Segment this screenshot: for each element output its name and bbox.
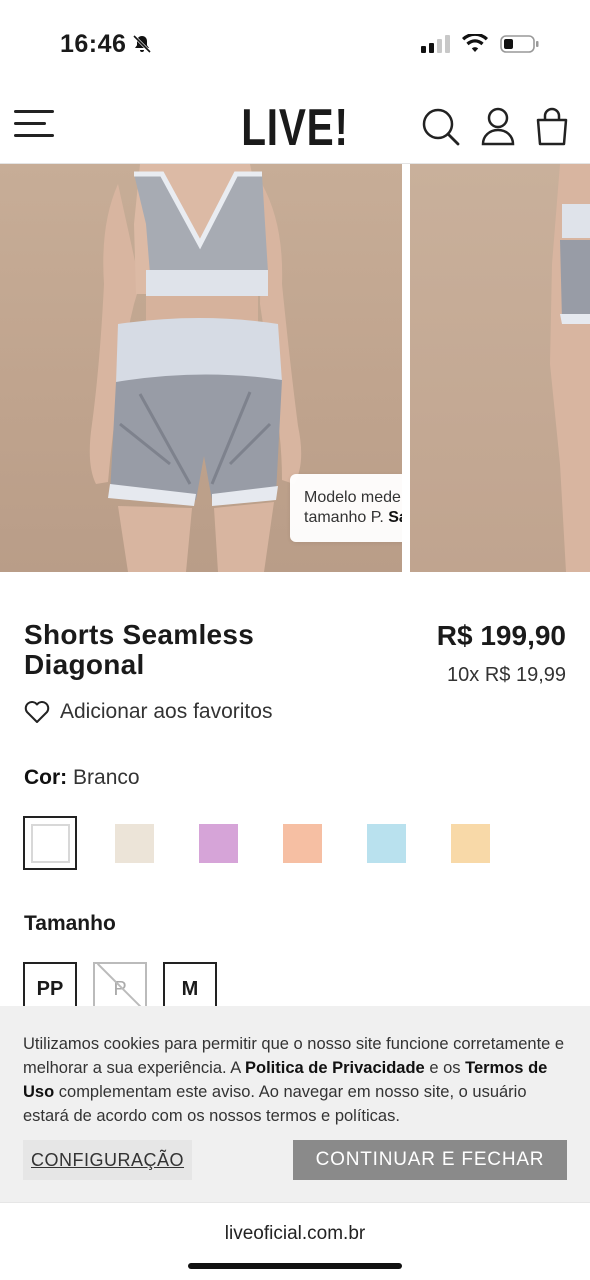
model-size-tooltip: Modelo mede 1,70 cm e veste tamanho P. S… [290,474,402,542]
color-swatch-lilac[interactable] [191,816,245,870]
search-icon[interactable] [420,106,460,146]
user-icon[interactable] [478,106,518,146]
color-swatch-light-blue[interactable] [359,816,413,870]
status-left: 16:46 [60,30,152,59]
cookie-text-2: e os [429,1059,461,1077]
swatch-fill [30,823,70,863]
cookie-text-3: complementam este aviso. Ao navegar em n… [23,1083,527,1125]
cookie-config-button[interactable]: CONFIGURAÇÃO [23,1140,193,1180]
status-time: 16:46 [60,29,127,58]
heart-icon [24,701,50,723]
model-illustration-2 [550,164,590,572]
battery-icon [500,35,539,53]
color-swatches [23,816,497,870]
browser-url-bar[interactable]: liveoficial.com.br [0,1202,590,1280]
site-header: LIVE! [0,88,590,164]
wifi-icon [462,34,488,52]
product-gallery[interactable]: Modelo mede 1,70 cm e veste tamanho P. S… [0,164,590,572]
cookie-actions: CONFIGURAÇÃO CONTINUAR E FECHAR [23,1140,567,1180]
size-label: Tamanho [24,912,116,935]
product-installments: 10x R$ 19,99 [447,664,566,686]
bell-muted-icon [133,34,152,54]
color-swatch-peach[interactable] [275,816,329,870]
add-to-favorites-button[interactable]: Adicionar aos favoritos [24,700,272,724]
color-label-key: Cor: [24,766,68,789]
product-image-main[interactable]: Modelo mede 1,70 cm e veste tamanho P. S… [0,164,402,572]
url-text[interactable]: liveoficial.com.br [0,1223,590,1245]
privacy-policy-link[interactable]: Politica de Privacidade [245,1059,425,1077]
color-label: Cor: Branco [24,766,140,790]
menu-button[interactable] [14,110,54,142]
status-right [421,34,540,54]
swatch-fill [366,823,406,863]
cellular-signal-icon [421,35,450,53]
swatch-fill [114,823,154,863]
color-swatch-white[interactable] [23,816,77,870]
size-tip-link[interactable]: Saiba mais [388,509,402,526]
swatch-fill [198,823,238,863]
favorite-label: Adicionar aos favoritos [60,700,273,723]
product-title: Shorts Seamless Diagonal [24,619,255,680]
color-swatch-beige[interactable] [107,816,161,870]
color-swatch-yellow[interactable] [443,816,497,870]
swatch-fill [282,823,322,863]
product-image-next[interactable] [410,164,590,572]
swatch-fill [450,823,490,863]
cookie-banner: Utilizamos cookies para permitir que o n… [0,1006,590,1202]
status-bar: 16:46 [0,0,590,88]
cookie-text: Utilizamos cookies para permitir que o n… [23,1032,566,1128]
home-indicator[interactable] [188,1263,402,1269]
cookie-continue-button[interactable]: CONTINUAR E FECHAR [293,1140,567,1180]
color-selected-value: Branco [73,766,140,789]
product-price: R$ 199,90 [436,620,566,651]
shopping-bag-icon[interactable] [532,106,572,146]
